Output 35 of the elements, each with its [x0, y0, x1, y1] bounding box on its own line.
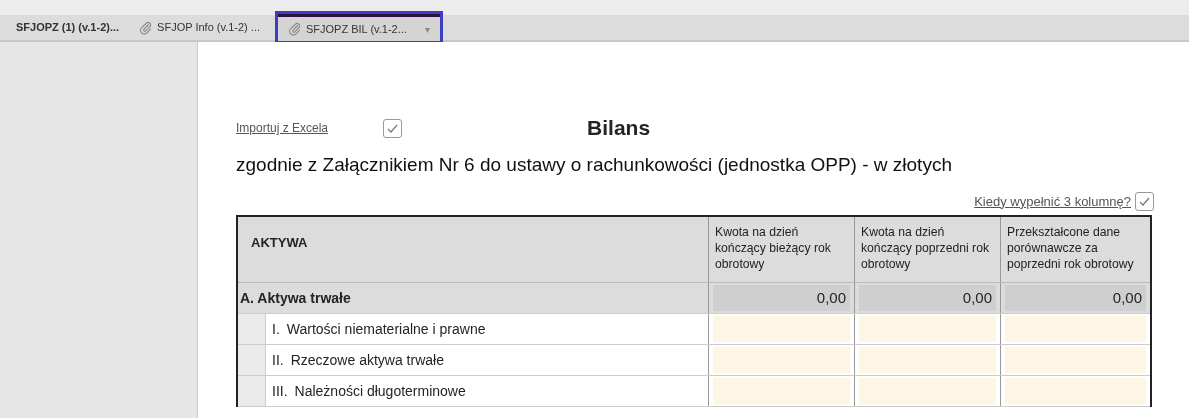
column-header: Kwota na dzień kończący bieżący rok obrotowy [708, 217, 854, 282]
input-field[interactable] [859, 347, 996, 373]
help-link[interactable]: Kiedy wypełnić 3 kolumnę? [974, 191, 1131, 211]
paperclip-icon [139, 20, 154, 35]
column-header: Przekształcone dane porównawcze za poprzedni rok obrotowy [1000, 217, 1150, 282]
checkbox[interactable] [383, 118, 403, 138]
row-label: Rzeczowe aktywa trwałe [290, 350, 444, 370]
input-field[interactable] [1005, 378, 1146, 404]
column-header: AKTYWA [250, 234, 309, 252]
input-field[interactable] [1005, 347, 1146, 373]
row-label: Należności długoterminowe [294, 381, 466, 401]
input-field[interactable] [713, 347, 850, 373]
row-label: A. Aktywa trwałe [239, 288, 352, 308]
input-field[interactable] [713, 378, 850, 404]
tab[interactable]: SFJOP Info (v.1-2) ... [129, 14, 270, 41]
value-cell: 0,00 [1005, 285, 1146, 311]
row-number: II. [272, 350, 284, 370]
checkbox[interactable] [1135, 191, 1154, 211]
paperclip-icon [288, 22, 302, 36]
input-field[interactable] [859, 316, 996, 342]
dropdown-caret-icon: ▾ [424, 21, 430, 37]
row-number: I. [272, 319, 280, 339]
import-link[interactable]: Importuj z Excela [236, 119, 329, 137]
input-field[interactable] [859, 378, 996, 404]
page-title: Bilans [587, 115, 651, 142]
row-label: Wartości niematerialne i prawne [286, 319, 486, 339]
column-header: Kwota na dzień kończący poprzedni rok obrotowy [854, 217, 1000, 282]
tab[interactable]: SFJOPZ BIL (v.1-2... ▾ [278, 14, 440, 41]
row-number: III. [272, 381, 288, 401]
input-field[interactable] [1005, 316, 1146, 342]
page-subtitle: zgodnie z Załącznikiem Nr 6 do ustawy o rachunkowości (jednostka OPP) - w złotych [236, 153, 953, 177]
value-cell: 0,00 [713, 285, 850, 311]
input-field[interactable] [713, 316, 850, 342]
tab[interactable]: SFJOPZ (1) (v.1-2)... [6, 14, 130, 41]
value-cell: 0,00 [859, 285, 996, 311]
